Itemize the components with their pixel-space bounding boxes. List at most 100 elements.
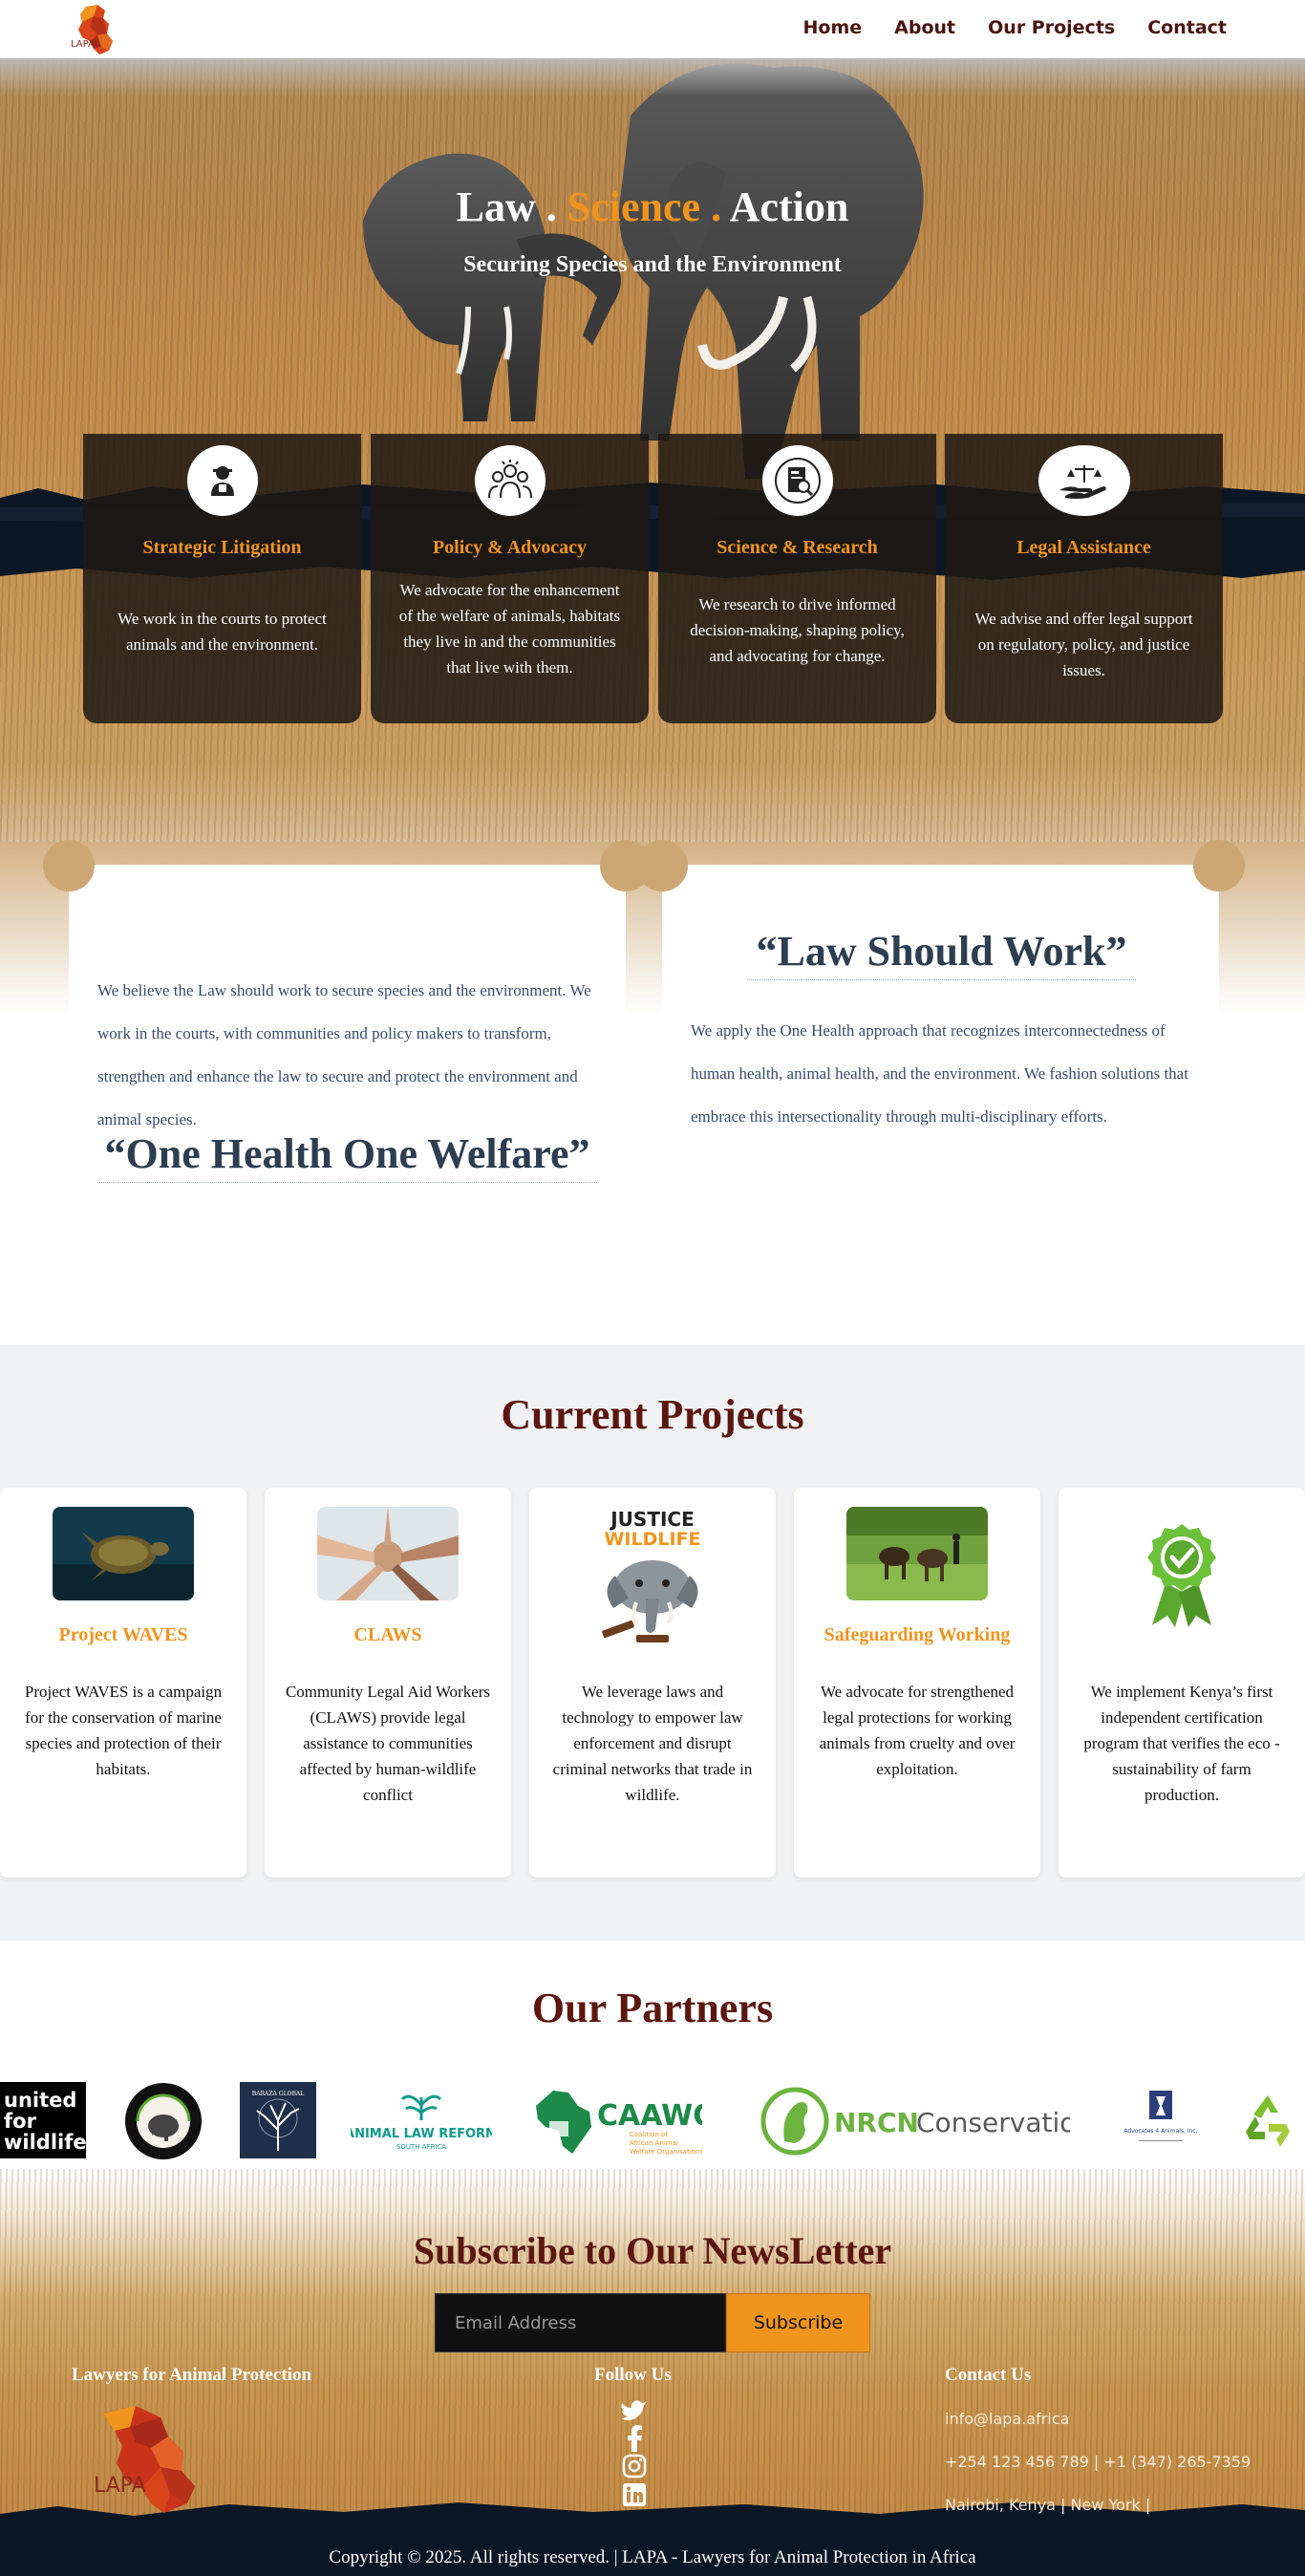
card-notch [636, 840, 688, 891]
info-left-text: We believe the Law should work to secure… [97, 981, 591, 1128]
justice-hand-icon [1038, 445, 1130, 516]
united-for-wildlife-logo[interactable]: united for wildlife [0, 2082, 86, 2158]
service-card-litigation: Strategic Litigation We work in the cour… [83, 434, 361, 723]
research-document-icon [761, 445, 833, 516]
copyright-text: Copyright © 2025. All rights reserved. |… [329, 2547, 976, 2567]
svg-text:united: united [4, 2089, 76, 2112]
svg-text:for: for [4, 2110, 37, 2133]
newsletter-email-input[interactable] [435, 2293, 726, 2352]
service-card-policy: Policy & Advocacy We advocate for the en… [371, 434, 649, 723]
service-desc: We research to drive informed decision-m… [690, 595, 905, 665]
project-desc: We advocate for strengthened legal prote… [819, 1683, 1016, 1778]
law-should-work-quote: “Law Should Work” [747, 928, 1136, 980]
newsletter-heading: Subscribe to Our NewsLetter [413, 2229, 892, 2272]
service-title: Science & Research [717, 537, 878, 558]
partners-heading: Our Partners [531, 1985, 774, 2031]
hero-subtitle: Securing Species and the Environment [463, 252, 842, 277]
facebook-icon[interactable] [618, 2425, 651, 2452]
subscribe-button[interactable]: Subscribe [726, 2293, 870, 2352]
svg-text:Coalition of: Coalition of [630, 2131, 668, 2138]
project-desc: Community Legal Aid Workers (CLAWS) prov… [285, 1683, 491, 1804]
service-card-research: Science & Research We research to drive … [658, 434, 936, 723]
svg-text:Conservation: Conservation [916, 2107, 1070, 2138]
twitter-icon[interactable] [618, 2396, 651, 2423]
linkedin-icon[interactable] [618, 2481, 651, 2508]
svg-text:JUSTICE: JUSTICE [609, 1508, 695, 1531]
svg-text:ANIMAL LAW REFORM: ANIMAL LAW REFORM [351, 2127, 492, 2141]
service-desc: We work in the courts to protect animals… [118, 610, 327, 654]
nav-about-link[interactable]: About [894, 17, 955, 38]
service-title: Policy & Advocacy [432, 537, 588, 558]
info-card-left: We believe the Law should work to secure… [43, 840, 652, 1190]
nav-contact-link[interactable]: Contact [1147, 17, 1227, 38]
service-title: Legal Assistance [1016, 537, 1151, 558]
advocates-for-animals-logo[interactable]: Advocates 4 Animals, Inc. [1120, 2087, 1202, 2154]
footer: Subscribe to Our NewsLetter Subscribe La… [0, 2169, 1305, 2576]
svg-text:BARAZA GLOBAL: BARAZA GLOBAL [252, 2091, 304, 2097]
footer-lapa-logo[interactable]: LAPA [88, 2398, 212, 2522]
contact-locations: Nairobi, Kenya | New York | [945, 2496, 1151, 2514]
card-notch [43, 840, 95, 891]
nrcn-conservation-logo[interactable]: NRCN Conservation [759, 2086, 1070, 2157]
hero-title-law: Law . [456, 183, 567, 230]
svg-text:Advocates 4 Animals, Inc.: Advocates 4 Animals, Inc. [1123, 2128, 1197, 2135]
service-desc: We advise and offer legal support on reg… [974, 610, 1193, 679]
top-navbar: LAPA Home About Our Projects Contact [0, 0, 1305, 58]
footer-follow-heading: Follow Us [594, 2365, 672, 2385]
service-card-legal: Legal Assistance We advise and offer leg… [945, 434, 1223, 723]
instagram-icon[interactable] [618, 2453, 651, 2479]
project-card-waves[interactable]: Project WAVES Project WAVES is a campaig… [0, 1488, 246, 1878]
contact-phones: +254 123 456 789 | +1 (347) 265-7359 [945, 2453, 1252, 2471]
service-title: Strategic Litigation [142, 537, 302, 558]
wildlife-investigators-logo[interactable] [124, 2082, 203, 2160]
svg-text:wildlife: wildlife [4, 2131, 86, 2154]
project-title: Safeguarding Working Animals [824, 1624, 1011, 1645]
project-desc: Project WAVES is a campaign for the cons… [24, 1683, 223, 1778]
caawo-logo[interactable]: CAAWO Coalition of African Animal Welfar… [530, 2083, 702, 2159]
working-animals-image [846, 1507, 988, 1600]
service-desc: We advocate for the enhancement of the w… [398, 581, 621, 676]
turtle-image [53, 1507, 194, 1600]
hero-title-action: Action [729, 183, 849, 230]
project-title: CLAWS [353, 1624, 422, 1645]
projects-heading: Current Projects [501, 1391, 804, 1438]
info-card-right: “Law Should Work” We apply the One Healt… [636, 840, 1245, 1190]
info-right-text: We apply the One Health approach that re… [691, 1021, 1188, 1126]
animal-law-reform-logo[interactable]: ANIMAL LAW REFORM SOUTH AFRICA [351, 2088, 492, 2155]
hero-top-fade [0, 58, 1305, 97]
project-title [539, 1623, 766, 1646]
projects-section: Current Projects Project WAVES Project W… [0, 1344, 1305, 1941]
project-title [1068, 1623, 1295, 1646]
contact-email[interactable]: info@lapa.africa [945, 2410, 1069, 2428]
hero-title: Law . Science . Action [0, 182, 1305, 231]
svg-text:SOUTH AFRICA: SOUTH AFRICA [396, 2143, 446, 2151]
community-icon [474, 445, 546, 516]
project-card-justice-wildlife[interactable]: JUSTICE WILDLIFE We leverage laws and te… [529, 1488, 776, 1878]
svg-text:LAPA: LAPA [71, 39, 95, 50]
hands-together-image [317, 1507, 459, 1600]
hero-section: Law . Science . Action Securing Species … [0, 58, 1305, 842]
award-ribbon-icon [1137, 1522, 1227, 1627]
lapa-logo[interactable]: LAPA [65, 3, 122, 58]
project-desc: We implement Kenya’s first independent c… [1083, 1683, 1280, 1804]
one-health-quote: “One Health One Welfare” [97, 1130, 597, 1183]
lawyer-icon [186, 445, 258, 516]
svg-text:LAPA: LAPA [94, 2474, 146, 2498]
project-card-certification[interactable]: We implement Kenya’s first independent c… [1059, 1488, 1305, 1878]
main-menu: Home About Our Projects Contact [803, 17, 1227, 38]
project-title: Project WAVES [58, 1624, 188, 1645]
project-desc: We leverage laws and technology to empow… [552, 1683, 753, 1804]
svg-text:WILDLIFE: WILDLIFE [604, 1529, 700, 1550]
svg-text:CAAWO: CAAWO [597, 2099, 702, 2133]
baraza-global-logo[interactable]: BARAZA GLOBAL [240, 2082, 316, 2158]
nav-home-link[interactable]: Home [803, 17, 863, 38]
nav-projects-link[interactable]: Our Projects [988, 17, 1115, 38]
footer-org-heading: Lawyers for Animal Protection [72, 2365, 312, 2385]
svg-text:African Animal: African Animal [630, 2139, 678, 2147]
svg-text:NRCN: NRCN [834, 2107, 919, 2138]
card-notch [1193, 840, 1245, 891]
project-card-working-animals[interactable]: Safeguarding Working Animals We advocate… [794, 1488, 1040, 1878]
recycle-partner-logo[interactable] [1238, 2090, 1297, 2149]
project-card-claws[interactable]: CLAWS Community Legal Aid Workers (CLAWS… [265, 1488, 511, 1878]
svg-text:Welfare Organisations: Welfare Organisations [630, 2148, 702, 2156]
